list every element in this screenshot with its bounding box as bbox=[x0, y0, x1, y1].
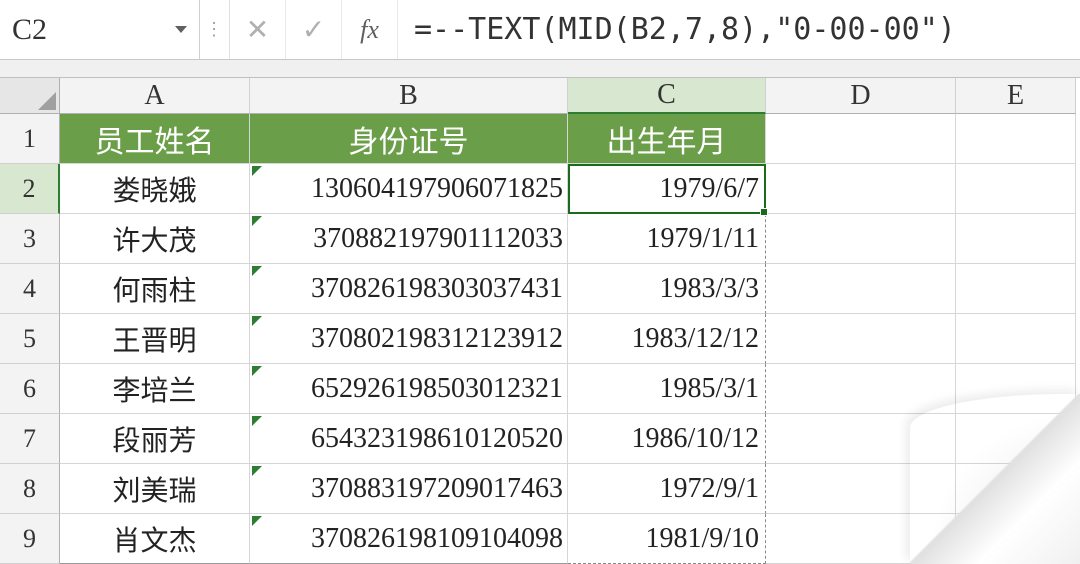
select-all-corner[interactable] bbox=[0, 78, 60, 114]
name-box[interactable]: C2 bbox=[0, 0, 200, 59]
cell-B3[interactable]: 370882197901112033 bbox=[250, 214, 568, 264]
toolbar-separator bbox=[0, 60, 1080, 78]
row-header-5[interactable]: 5 bbox=[0, 314, 60, 364]
cell-C1[interactable]: 出生年月 bbox=[568, 114, 766, 164]
row-header-9[interactable]: 9 bbox=[0, 514, 60, 564]
row-header-3[interactable]: 3 bbox=[0, 214, 60, 264]
cell-D9[interactable] bbox=[766, 514, 956, 564]
cell-B6[interactable]: 652926198503012321 bbox=[250, 364, 568, 414]
cell-E6[interactable] bbox=[956, 364, 1076, 414]
cell-A4[interactable]: 何雨柱 bbox=[60, 264, 250, 314]
cell-E9[interactable] bbox=[956, 514, 1076, 564]
cell-D4[interactable] bbox=[766, 264, 956, 314]
cell-B2-value: 130604197906071825 bbox=[311, 173, 563, 205]
text-marker-icon bbox=[252, 216, 262, 226]
cell-B6-value: 652926198503012321 bbox=[311, 373, 563, 405]
cell-E3[interactable] bbox=[956, 214, 1076, 264]
cell-D1[interactable] bbox=[766, 114, 956, 164]
cell-A3[interactable]: 许大茂 bbox=[60, 214, 250, 264]
spreadsheet-grid: A B C D E bbox=[0, 78, 1080, 114]
cell-A5[interactable]: 王晋明 bbox=[60, 314, 250, 364]
text-marker-icon bbox=[252, 416, 262, 426]
row-header-4[interactable]: 4 bbox=[0, 264, 60, 314]
cell-B9[interactable]: 370826198109104098 bbox=[250, 514, 568, 564]
cell-B7[interactable]: 654323198610120520 bbox=[250, 414, 568, 464]
cell-B4[interactable]: 370826198303037431 bbox=[250, 264, 568, 314]
text-marker-icon bbox=[252, 366, 262, 376]
cell-C8[interactable]: 1972/9/1 bbox=[568, 464, 766, 514]
row-header-6[interactable]: 6 bbox=[0, 364, 60, 414]
cell-A7[interactable]: 段丽芳 bbox=[60, 414, 250, 464]
text-marker-icon bbox=[252, 516, 262, 526]
spreadsheet-body: 1 员工姓名 身份证号 出生年月 2 娄晓娥 13060419790607182… bbox=[0, 114, 1080, 564]
formula-input[interactable]: =--TEXT(MID(B2,7,8),"0-00-00") bbox=[398, 0, 1080, 59]
text-marker-icon bbox=[252, 166, 262, 176]
cell-B7-value: 654323198610120520 bbox=[311, 423, 563, 455]
cell-C3[interactable]: 1979/1/11 bbox=[568, 214, 766, 264]
cell-E7[interactable] bbox=[956, 414, 1076, 464]
name-box-value: C2 bbox=[12, 13, 47, 47]
formula-bar-separator: ⋮ bbox=[200, 0, 230, 59]
cell-E1[interactable] bbox=[956, 114, 1076, 164]
cell-D8[interactable] bbox=[766, 464, 956, 514]
cell-C7[interactable]: 1986/10/12 bbox=[568, 414, 766, 464]
cell-B4-value: 370826198303037431 bbox=[311, 273, 563, 305]
cell-E2[interactable] bbox=[956, 164, 1076, 214]
enter-icon[interactable]: ✓ bbox=[286, 0, 342, 59]
cell-A9[interactable]: 肖文杰 bbox=[60, 514, 250, 564]
cell-E4[interactable] bbox=[956, 264, 1076, 314]
text-marker-icon bbox=[252, 266, 262, 276]
col-header-C[interactable]: C bbox=[568, 78, 766, 114]
cell-A2[interactable]: 娄晓娥 bbox=[60, 164, 250, 214]
text-marker-icon bbox=[252, 466, 262, 476]
cell-B8-value: 370883197209017463 bbox=[311, 473, 563, 505]
cell-C5[interactable]: 1983/12/12 bbox=[568, 314, 766, 364]
cell-B9-value: 370826198109104098 bbox=[311, 523, 563, 555]
cell-C2[interactable]: 1979/6/7 bbox=[568, 164, 766, 214]
text-marker-icon bbox=[252, 316, 262, 326]
cell-A1[interactable]: 员工姓名 bbox=[60, 114, 250, 164]
cell-B1[interactable]: 身份证号 bbox=[250, 114, 568, 164]
cell-B5-value: 370802198312123912 bbox=[311, 323, 563, 355]
cell-C9[interactable]: 1981/9/10 bbox=[568, 514, 766, 564]
col-header-A[interactable]: A bbox=[60, 78, 250, 114]
col-header-E[interactable]: E bbox=[956, 78, 1076, 114]
row-header-8[interactable]: 8 bbox=[0, 464, 60, 514]
cell-D5[interactable] bbox=[766, 314, 956, 364]
row-header-2[interactable]: 2 bbox=[0, 164, 60, 214]
cancel-icon[interactable]: ✕ bbox=[230, 0, 286, 59]
formula-bar: C2 ⋮ ✕ ✓ fx =--TEXT(MID(B2,7,8),"0-00-00… bbox=[0, 0, 1080, 60]
row-header-7[interactable]: 7 bbox=[0, 414, 60, 464]
cell-D3[interactable] bbox=[766, 214, 956, 264]
cell-D6[interactable] bbox=[766, 364, 956, 414]
col-header-D[interactable]: D bbox=[766, 78, 956, 114]
fx-icon[interactable]: fx bbox=[342, 0, 398, 59]
cell-B5[interactable]: 370802198312123912 bbox=[250, 314, 568, 364]
cell-D2[interactable] bbox=[766, 164, 956, 214]
cell-A6[interactable]: 李培兰 bbox=[60, 364, 250, 414]
cell-E8[interactable] bbox=[956, 464, 1076, 514]
cell-C6[interactable]: 1985/3/1 bbox=[568, 364, 766, 414]
col-header-B[interactable]: B bbox=[250, 78, 568, 114]
cell-A8[interactable]: 刘美瑞 bbox=[60, 464, 250, 514]
cell-B3-value: 370882197901112033 bbox=[313, 223, 563, 255]
cell-C4[interactable]: 1983/3/3 bbox=[568, 264, 766, 314]
row-header-1[interactable]: 1 bbox=[0, 114, 60, 164]
cell-E5[interactable] bbox=[956, 314, 1076, 364]
name-box-dropdown-icon[interactable] bbox=[175, 26, 187, 33]
cell-B2[interactable]: 130604197906071825 bbox=[250, 164, 568, 214]
cell-D7[interactable] bbox=[766, 414, 956, 464]
cell-B8[interactable]: 370883197209017463 bbox=[250, 464, 568, 514]
